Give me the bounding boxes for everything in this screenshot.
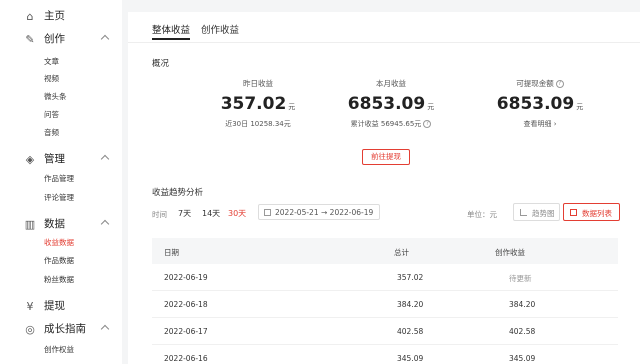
chevron-up-icon bbox=[100, 154, 110, 164]
sidebar-item-comments[interactable]: 评论管理 bbox=[44, 192, 74, 203]
compass-icon: ◎ bbox=[25, 322, 35, 336]
sidebar: ⌂ 主页 ✎ 创作 文章 视频 微头条 问答 音频 ◈ 管理 作品管理 评论管理… bbox=[0, 0, 122, 364]
sidebar-section-create[interactable]: ✎ 创作 bbox=[0, 28, 122, 50]
cell-date: 2022-06-17 bbox=[164, 327, 208, 336]
sidebar-item-works[interactable]: 作品管理 bbox=[44, 173, 74, 184]
sidebar-section-label: 数据 bbox=[44, 218, 65, 230]
cell-date: 2022-06-16 bbox=[164, 354, 208, 363]
edit-icon: ✎ bbox=[25, 32, 35, 46]
cell-total: 357.02 bbox=[397, 273, 424, 282]
active-tab-indicator bbox=[152, 38, 190, 40]
layers-icon: ◈ bbox=[25, 152, 35, 166]
stat-label: 昨日收益 bbox=[243, 79, 273, 88]
sidebar-item-qa[interactable]: 问答 bbox=[44, 109, 59, 120]
cell-creation: 384.20 bbox=[509, 300, 536, 309]
sidebar-item-article[interactable]: 文章 bbox=[44, 56, 59, 67]
date-end: 2022-06-19 bbox=[329, 208, 374, 217]
sidebar-item-label: 主页 bbox=[44, 10, 65, 22]
stat-value: 6853.09 bbox=[496, 94, 575, 114]
line-chart-icon bbox=[520, 209, 527, 216]
cell-total: 345.09 bbox=[397, 354, 424, 363]
range-14d[interactable]: 14天 bbox=[202, 208, 220, 219]
sidebar-section-manage[interactable]: ◈ 管理 bbox=[0, 148, 122, 170]
chevron-up-icon bbox=[100, 34, 110, 44]
table-row: 2022-06-16 345.09 345.09 bbox=[152, 345, 618, 364]
stat-unit: 元 bbox=[576, 103, 584, 111]
overview-title: 概况 bbox=[152, 59, 170, 69]
stat-available: 可提现金额? 6853.09 元 查看明细 › bbox=[465, 77, 615, 131]
sidebar-section-label: 成长指南 bbox=[44, 323, 86, 335]
range-7d[interactable]: 7天 bbox=[178, 208, 191, 219]
sidebar-item-income-data[interactable]: 收益数据 bbox=[44, 237, 74, 248]
stat-value: 6853.09 bbox=[347, 94, 426, 114]
data-list-button[interactable]: 数据列表 bbox=[563, 203, 620, 221]
range-30d[interactable]: 30天 bbox=[228, 208, 246, 219]
stat-label: 本月收益 bbox=[376, 79, 406, 88]
chevron-up-icon bbox=[100, 324, 110, 334]
data-list-label: 数据列表 bbox=[582, 209, 612, 218]
cell-date: 2022-06-18 bbox=[164, 300, 208, 309]
sidebar-item-fans-data[interactable]: 粉丝数据 bbox=[44, 274, 74, 285]
column-header-total: 总计 bbox=[394, 248, 409, 257]
stat-value: 357.02 bbox=[220, 94, 287, 114]
sidebar-item-creator-rights[interactable]: 创作权益 bbox=[44, 344, 74, 355]
withdraw-button[interactable]: 前往提现 bbox=[362, 149, 410, 165]
cell-creation: 待更新 bbox=[509, 274, 532, 283]
trend-chart-label: 趋势图 bbox=[532, 209, 555, 218]
table-row: 2022-06-18 384.20 384.20 bbox=[152, 291, 618, 318]
cell-total: 384.20 bbox=[397, 300, 424, 309]
main-panel: 整体收益 创作收益 概况 昨日收益 357.02 元 近30日 10258.34元… bbox=[128, 12, 640, 364]
sidebar-section-data[interactable]: ▥ 数据 bbox=[0, 213, 122, 235]
tab-creation-income[interactable]: 创作收益 bbox=[201, 22, 239, 36]
sidebar-item-micro[interactable]: 微头条 bbox=[44, 91, 67, 102]
cell-creation: 345.09 bbox=[509, 354, 536, 363]
unit-label: 单位：元 bbox=[467, 210, 497, 219]
table-header: 日期 总计 创作收益 bbox=[152, 238, 618, 264]
stat-yesterday: 昨日收益 357.02 元 近30日 10258.34元 bbox=[183, 77, 333, 131]
stat-unit: 元 bbox=[427, 103, 435, 111]
sidebar-item-label: 提现 bbox=[44, 300, 65, 312]
time-label: 时间 bbox=[152, 210, 167, 219]
trend-chart-button[interactable]: 趋势图 bbox=[513, 203, 560, 221]
help-icon[interactable]: ? bbox=[423, 120, 432, 128]
trend-title: 收益趋势分析 bbox=[152, 188, 204, 198]
cell-creation: 402.58 bbox=[509, 327, 536, 336]
stat-sub: 累计收益 56945.65元 bbox=[350, 120, 422, 128]
stat-unit: 元 bbox=[288, 103, 296, 111]
stat-label: 可提现金额 bbox=[516, 79, 554, 88]
cell-date: 2022-06-19 bbox=[164, 273, 208, 282]
view-details-link[interactable]: 查看明细 › bbox=[465, 117, 615, 131]
calendar-icon bbox=[264, 209, 271, 216]
sidebar-item-audio[interactable]: 音频 bbox=[44, 127, 59, 138]
column-header-date: 日期 bbox=[164, 248, 179, 257]
chart-icon: ▥ bbox=[24, 217, 36, 231]
list-icon bbox=[570, 209, 577, 216]
sidebar-section-label: 创作 bbox=[44, 33, 65, 45]
sidebar-section-growth[interactable]: ◎ 成长指南 bbox=[0, 318, 122, 340]
divider bbox=[128, 42, 640, 43]
help-icon[interactable]: ? bbox=[555, 80, 564, 88]
cell-total: 402.58 bbox=[397, 327, 424, 336]
sidebar-section-label: 管理 bbox=[44, 153, 65, 165]
table-row: 2022-06-17 402.58 402.58 bbox=[152, 318, 618, 345]
column-header-creation: 创作收益 bbox=[495, 248, 525, 257]
sidebar-item-withdraw[interactable]: ¥ 提现 bbox=[0, 295, 122, 317]
sidebar-item-home[interactable]: ⌂ 主页 bbox=[0, 5, 122, 27]
stat-sub: 近30日 10258.34元 bbox=[225, 120, 291, 128]
chevron-up-icon bbox=[100, 219, 110, 229]
home-icon: ⌂ bbox=[26, 9, 34, 23]
table-row: 2022-06-19 357.02 待更新 bbox=[152, 264, 618, 291]
date-separator: → bbox=[320, 208, 328, 217]
date-start: 2022-05-21 bbox=[275, 208, 319, 217]
sidebar-item-works-data[interactable]: 作品数据 bbox=[44, 255, 74, 266]
stat-month: 本月收益 6853.09 元 累计收益 56945.65元? bbox=[316, 77, 466, 131]
date-range-picker[interactable]: 2022-05-21 → 2022-06-19 bbox=[258, 204, 380, 220]
money-icon: ¥ bbox=[26, 299, 34, 313]
tab-overall-income[interactable]: 整体收益 bbox=[152, 22, 190, 36]
sidebar-item-video[interactable]: 视频 bbox=[44, 73, 59, 84]
